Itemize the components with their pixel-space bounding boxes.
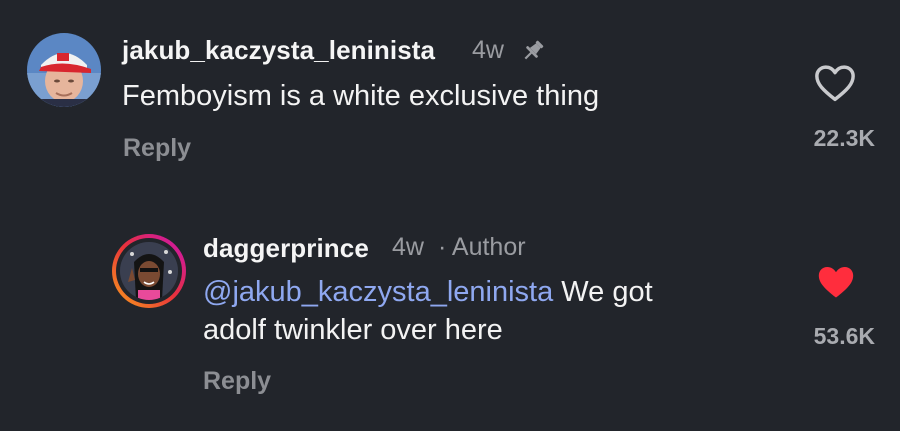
avatar-image <box>27 33 101 107</box>
comment-text-line1: We got <box>553 276 653 308</box>
avatar-story-ring[interactable] <box>112 234 186 308</box>
comment-text: Femboyism is a white exclusive thing <box>122 80 600 112</box>
comment-age: 4w <box>472 36 504 64</box>
heart-filled-icon[interactable] <box>816 264 856 305</box>
avatar[interactable] <box>27 33 101 107</box>
pin-icon <box>520 38 546 69</box>
author-badge: · Author <box>438 233 526 261</box>
comment-text-line2: adolf twinkler over here <box>203 314 503 346</box>
heart-outline-icon[interactable] <box>814 64 856 107</box>
avatar-image <box>120 242 178 300</box>
like-count: 22.3K <box>813 125 875 151</box>
username[interactable]: jakub_kaczysta_leninista <box>122 35 435 66</box>
comment-age: 4w <box>392 233 424 261</box>
comment-text: @jakub_kaczysta_leninista We got adolf t… <box>203 273 763 349</box>
mention-link[interactable]: @jakub_kaczysta_leninista <box>203 276 553 308</box>
username[interactable]: daggerprince <box>203 233 369 264</box>
like-count: 53.6K <box>813 323 875 349</box>
reply-button[interactable]: Reply <box>203 367 271 396</box>
reply-button[interactable]: Reply <box>123 134 191 163</box>
